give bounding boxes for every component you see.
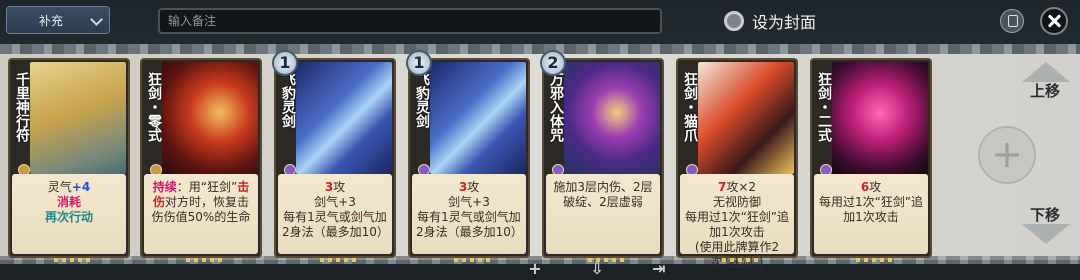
card-description: 3攻 剑气+3 每有1灵气或剑气加2身法（最多加10） bbox=[412, 174, 526, 254]
sort-icon[interactable]: ⇩ bbox=[588, 260, 606, 278]
description-segment: 3 bbox=[458, 180, 468, 194]
description-segment: 剑气+3 bbox=[314, 195, 356, 209]
card-dots bbox=[320, 258, 356, 262]
card-description: 6攻 每用过1次“狂剑”追加1次攻击 bbox=[814, 174, 928, 254]
card[interactable]: 狂剑・二式 6攻 每用过1次“狂剑”追加1次攻击 bbox=[810, 58, 932, 262]
description-segment: 每有1灵气或剑气加2身法（最多加10） bbox=[282, 210, 389, 239]
card-dots bbox=[454, 258, 490, 262]
card-dots bbox=[588, 258, 624, 262]
description-segment: +4 bbox=[71, 180, 91, 194]
deck-type-dropdown[interactable]: 补充 bbox=[6, 6, 110, 34]
set-cover-label[interactable]: 设为封面 bbox=[752, 9, 816, 33]
top-bar: 补充 设为封面 bbox=[0, 0, 1080, 44]
description-segment: ：用“狂剑” bbox=[176, 180, 238, 194]
export-icon[interactable]: ⇥ bbox=[650, 260, 668, 278]
card-art bbox=[564, 62, 660, 174]
card[interactable]: 千里神行符灵气+4 消耗 再次行动 bbox=[8, 58, 130, 262]
card-name: 狂剑・零式 bbox=[146, 72, 162, 142]
dropdown-label: 补充 bbox=[39, 13, 64, 28]
description-segment: 对方时，恢复击伤伤值50%的生命 bbox=[151, 195, 251, 224]
description-segment: 每用过1次“狂剑”追加1次攻击 bbox=[684, 210, 790, 239]
remark-input[interactable] bbox=[158, 8, 662, 34]
description-segment: 消耗 bbox=[56, 195, 81, 209]
card-dots bbox=[722, 258, 758, 262]
description-segment: 剑气+3 bbox=[448, 195, 490, 209]
chevron-down-icon bbox=[90, 13, 103, 26]
card-name: 万邪入体咒 bbox=[548, 72, 564, 142]
add-card-button[interactable]: + bbox=[978, 126, 1036, 184]
card-dots bbox=[856, 258, 892, 262]
card-description: 施加3层内伤、2层破绽、2层虚弱 bbox=[546, 174, 660, 254]
card-level-badge: 1 bbox=[406, 50, 432, 76]
card-description: 持续：用“狂剑”击伤对方时，恢复击伤伤值50%的生命 bbox=[144, 174, 258, 254]
description-segment: 3 bbox=[324, 180, 334, 194]
description-segment: 攻 bbox=[333, 180, 346, 194]
card-name: 飞豹灵剑 bbox=[414, 72, 430, 128]
card-art bbox=[698, 62, 794, 174]
set-cover-radio[interactable] bbox=[724, 11, 744, 31]
card-name: 狂剑・猫爪 bbox=[682, 72, 698, 142]
arrow-up-icon[interactable] bbox=[1022, 62, 1070, 82]
card[interactable]: 飞豹灵剑 1 3攻 剑气+3 每有1灵气或剑气加2身法（最多加10） bbox=[406, 50, 530, 262]
card-description: 灵气+4 消耗 再次行动 bbox=[12, 174, 126, 254]
card-description: 7攻×2 无视防御 每用过1次“狂剑”追加1次攻击 (使用此牌算作2次“狂剑”) bbox=[680, 174, 794, 269]
card-art bbox=[430, 62, 526, 174]
card[interactable]: 狂剑・零式持续：用“狂剑”击伤对方时，恢复击伤伤值50%的生命 bbox=[140, 58, 262, 262]
card[interactable]: 狂剑・猫爪 7攻×2 无视防御 每用过1次“狂剑”追加1次攻击 (使用此牌算作2次“狂剑… bbox=[676, 58, 798, 269]
description-segment: 攻×2 bbox=[726, 180, 757, 194]
card[interactable]: 万邪入体咒 2 施加3层内伤、2层破绽、2层虚弱 bbox=[540, 50, 664, 262]
description-segment: 无视防御 bbox=[712, 195, 761, 209]
card-art bbox=[30, 62, 126, 174]
card-name: 千里神行符 bbox=[14, 72, 30, 142]
card-description: 3攻 剑气+3 每有1灵气或剑气加2身法（最多加10） bbox=[278, 174, 392, 254]
description-segment: 每有1灵气或剑气加2身法（最多加10） bbox=[416, 210, 523, 239]
move-up-button[interactable]: 上移 bbox=[1018, 80, 1072, 110]
arrow-down-icon[interactable] bbox=[1022, 224, 1070, 244]
card-level-badge: 1 bbox=[272, 50, 298, 76]
description-segment: 灵气 bbox=[47, 180, 72, 194]
card-name: 飞豹灵剑 bbox=[280, 72, 296, 128]
description-segment: 6 bbox=[860, 180, 870, 194]
description-segment: 再次行动 bbox=[44, 210, 93, 224]
card[interactable]: 飞豹灵剑 1 3攻 剑气+3 每有1灵气或剑气加2身法（最多加10） bbox=[272, 50, 396, 262]
description-segment: 施加3层内伤、2层破绽、2层虚弱 bbox=[553, 180, 653, 209]
description-segment: 攻 bbox=[869, 180, 882, 194]
card-art bbox=[162, 62, 258, 174]
close-icon[interactable] bbox=[1040, 7, 1068, 35]
description-segment: 持续 bbox=[152, 180, 177, 194]
add-icon[interactable]: + bbox=[526, 260, 544, 278]
description-segment: 攻 bbox=[467, 180, 480, 194]
copy-icon[interactable] bbox=[1000, 9, 1024, 33]
card-dots bbox=[54, 258, 90, 262]
card-dots bbox=[186, 258, 222, 262]
description-segment: 每用过1次“狂剑”追加1次攻击 bbox=[818, 195, 924, 224]
card-art bbox=[296, 62, 392, 174]
card-name: 狂剑・二式 bbox=[816, 72, 832, 142]
card-level-badge: 2 bbox=[540, 50, 566, 76]
card-art bbox=[832, 62, 928, 174]
